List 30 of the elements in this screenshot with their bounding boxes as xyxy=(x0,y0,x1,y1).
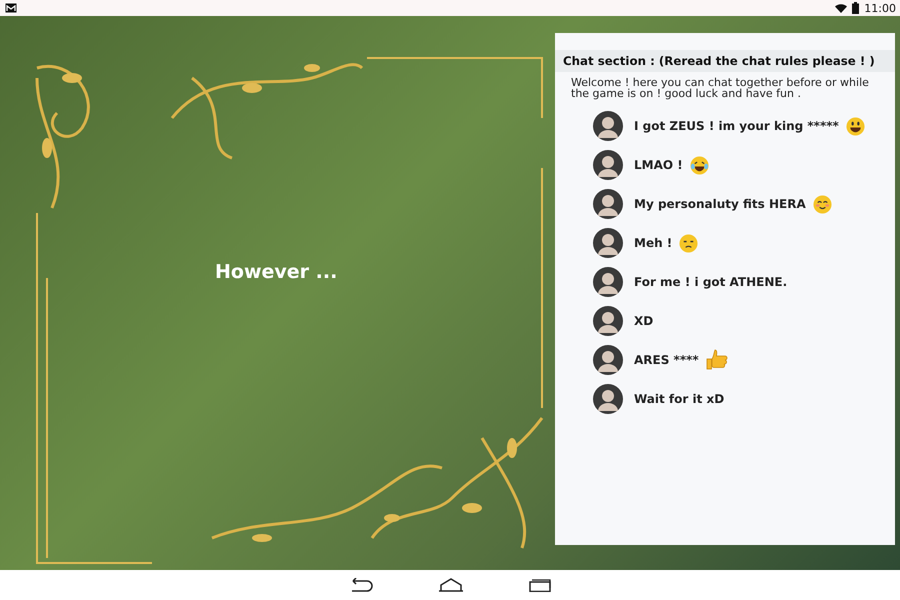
chat-message: Wait for it xD xyxy=(634,392,724,406)
avatar-icon xyxy=(593,189,623,219)
clock-time: 11:00 xyxy=(864,2,896,14)
laughing-tears-emoji-icon xyxy=(690,156,709,174)
battery-icon xyxy=(852,2,860,14)
avatar-icon xyxy=(593,228,623,258)
chat-message: LMAO ! xyxy=(634,158,683,172)
avatar-icon xyxy=(593,345,623,375)
wifi-icon xyxy=(835,4,848,12)
chat-message: Meh ! xyxy=(634,236,672,250)
avatar-icon xyxy=(593,267,623,297)
chat-message: My personaluty fits HERA xyxy=(634,197,806,211)
thumbs-up-icon xyxy=(706,349,728,371)
smiling-face-emoji-icon xyxy=(812,194,832,214)
mail-icon xyxy=(5,3,17,13)
grinning-face-emoji-icon xyxy=(846,116,865,136)
home-icon[interactable] xyxy=(438,578,464,592)
chat-message: I got ZEUS ! im your king ***** xyxy=(634,119,839,133)
story-caption: However ... xyxy=(215,260,338,282)
recent-apps-icon[interactable] xyxy=(528,578,552,592)
chat-message: XD xyxy=(634,314,654,328)
chat-title: Chat section : (Reread the chat rules please ! ) xyxy=(555,50,895,72)
chat-message: ARES **** xyxy=(634,353,699,367)
chat-intro-text: Welcome ! here you can chat together before or while the game is on ! good luck and have fun . xyxy=(570,75,870,99)
chat-message: For me ! i got ATHENE. xyxy=(634,275,788,289)
unamused-face-emoji-icon xyxy=(679,234,698,252)
avatar-icon xyxy=(593,384,623,414)
avatar-icon xyxy=(593,306,623,336)
avatar-icon xyxy=(593,111,623,141)
avatar-icon xyxy=(593,150,623,180)
